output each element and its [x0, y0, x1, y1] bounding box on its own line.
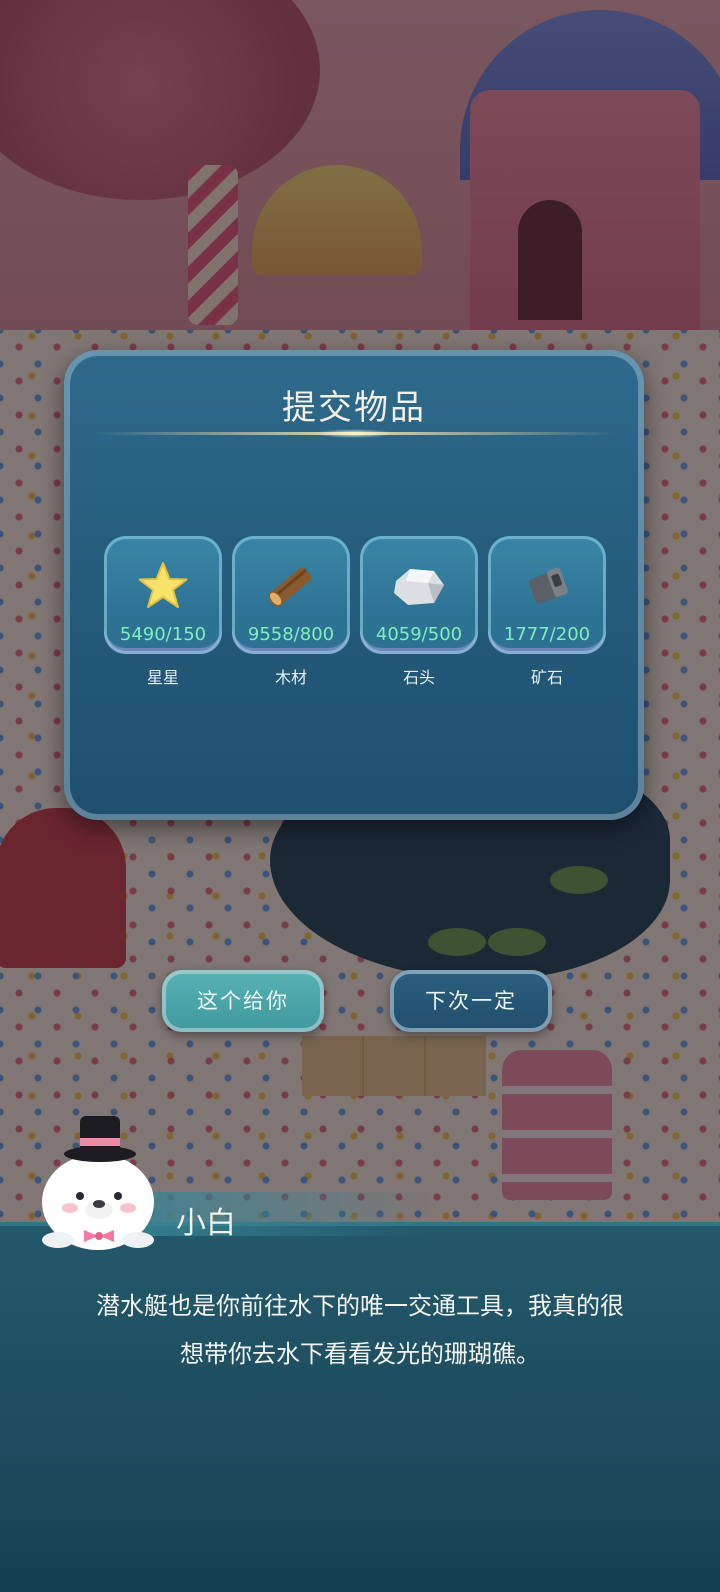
item-card[interactable]: 5490/150	[104, 536, 222, 654]
item-wood[interactable]: 9558/800 木材	[232, 536, 350, 688]
decline-button[interactable]: 下次一定	[390, 970, 552, 1032]
item-count: 9558/800	[247, 624, 335, 645]
item-name: 木材	[274, 668, 307, 687]
seal-with-top-hat-icon	[28, 1104, 168, 1254]
ore-icon	[488, 560, 606, 612]
item-count: 5490/150	[119, 624, 207, 645]
star-icon	[104, 560, 222, 612]
item-stone[interactable]: 4059/500 石头	[360, 536, 478, 688]
item-card[interactable]: 1777/200	[488, 536, 606, 654]
dialog-text-line: 潜水艇也是你前往水下的唯一交通工具，我真的很	[96, 1292, 624, 1320]
item-ore[interactable]: 1777/200 矿石	[488, 536, 606, 688]
item-name: 矿石	[530, 668, 563, 687]
dialog-title: 提交物品	[282, 388, 426, 428]
wood-log-icon	[232, 560, 350, 612]
dialog-text: 潜水艇也是你前往水下的唯一交通工具，我真的很 想带你去水下看看发光的珊瑚礁。	[40, 1282, 680, 1378]
item-name: 星星	[146, 668, 179, 687]
title-divider	[94, 429, 614, 438]
give-button[interactable]: 这个给你	[162, 970, 324, 1032]
item-name: 石头	[402, 668, 435, 687]
item-card[interactable]: 9558/800	[232, 536, 350, 654]
dialog-box[interactable]	[0, 1222, 720, 1592]
speaker-name: 小白	[176, 1206, 236, 1241]
submit-items-dialog: 提交物品 5490/150 星星 9558/800 木材 4059/500 石头…	[64, 350, 644, 820]
item-list: 5490/150 星星 9558/800 木材 4059/500 石头 1777…	[104, 536, 608, 696]
stone-icon	[360, 560, 478, 612]
item-count: 1777/200	[503, 624, 591, 645]
item-count: 4059/500	[375, 624, 463, 645]
dialog-text-line: 想带你去水下看看发光的珊瑚礁。	[180, 1340, 540, 1368]
item-star[interactable]: 5490/150 星星	[104, 536, 222, 688]
item-card[interactable]: 4059/500	[360, 536, 478, 654]
